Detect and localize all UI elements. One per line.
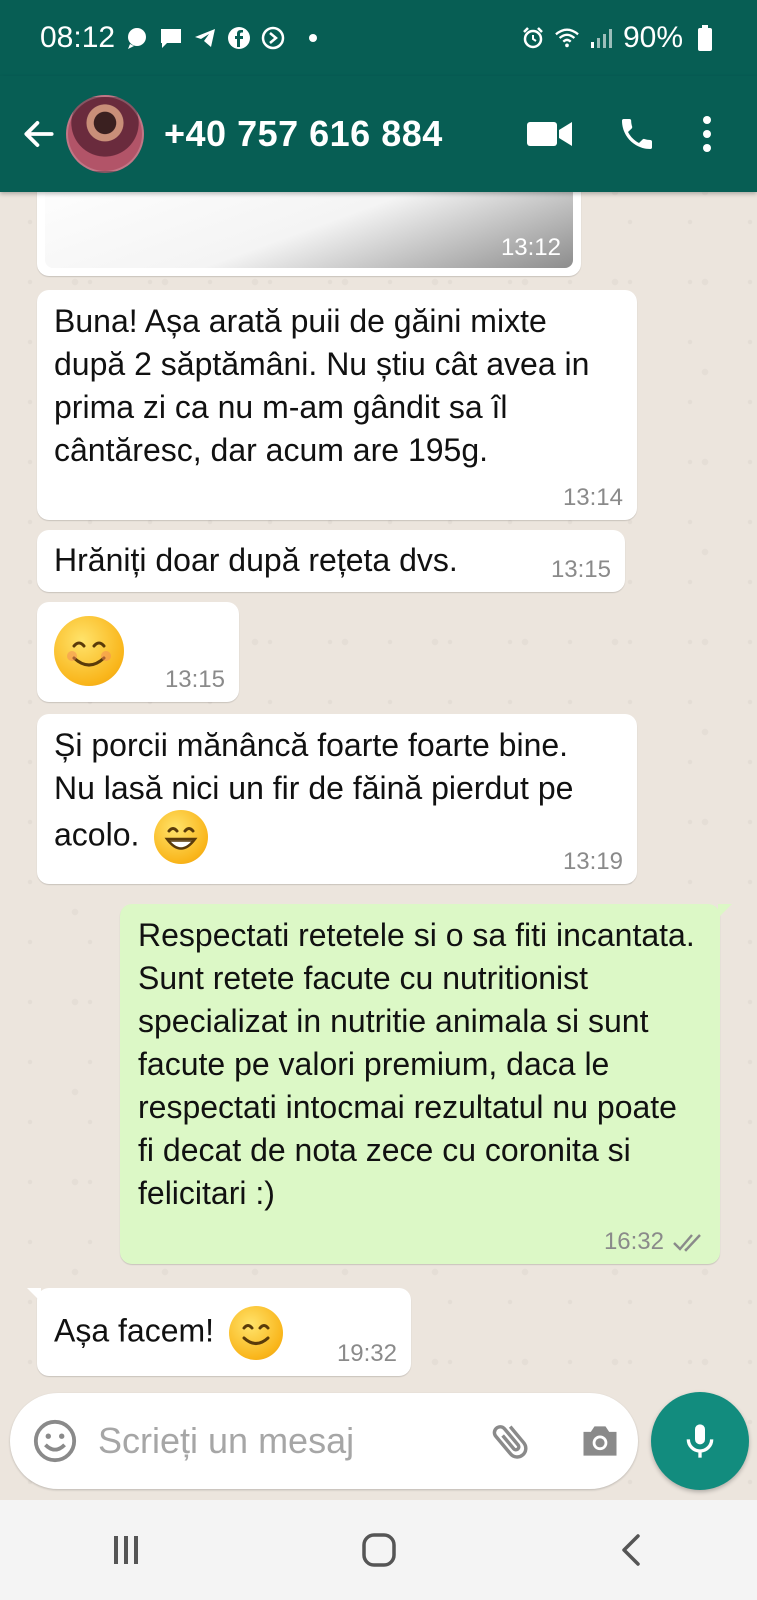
header-actions [527, 114, 757, 154]
message-time: 16:32 [604, 1228, 706, 1256]
clock: 08:12 [40, 21, 116, 54]
smiling-face-icon [228, 1306, 283, 1360]
notification-dot [309, 34, 318, 42]
avatar[interactable] [66, 95, 144, 173]
status-left: 08:12 [40, 21, 318, 55]
message-time: 13:15 [164, 666, 225, 693]
message-text: Respectati retetele si o sa fiti incanta… [138, 917, 695, 1211]
video-call-icon[interactable] [527, 119, 573, 149]
message-composer [10, 1393, 638, 1489]
bubble-tail [27, 1288, 41, 1302]
attach-icon [492, 1425, 528, 1459]
attach-button[interactable] [488, 1418, 534, 1464]
chat-bubble-icon [125, 26, 149, 50]
message-time: 13:19 [562, 848, 623, 875]
back-nav-icon[interactable] [614, 1532, 650, 1568]
battery-icon [693, 25, 717, 51]
status-bar: 08:12 90% [0, 0, 757, 76]
mic-button[interactable] [651, 1392, 749, 1490]
emoji-button[interactable] [32, 1418, 78, 1464]
message-text-content: Așa facem! [54, 1312, 215, 1349]
message-icon [159, 26, 183, 50]
telegram-icon [193, 26, 217, 50]
emoji-icon [33, 1419, 77, 1463]
incoming-message[interactable]: 13:15 [37, 602, 239, 702]
message-text: Și porcii mănâncă foarte foarte bine. Nu… [54, 724, 614, 864]
recent-apps-icon[interactable] [108, 1532, 144, 1568]
message-time-text: 16:32 [603, 1228, 664, 1255]
more-vert-icon[interactable] [701, 114, 713, 154]
message-text: Buna! Așa arată puii de găini mixte după… [54, 303, 590, 468]
incoming-message[interactable]: Și porcii mănâncă foarte foarte bine. Nu… [37, 714, 637, 884]
cell-signal-icon [589, 26, 613, 50]
contact-name[interactable]: +40 757 616 884 [164, 113, 443, 155]
signal-icon [261, 26, 285, 50]
smiling-face-icon [54, 616, 124, 686]
incoming-message[interactable]: Buna! Așa arată puii de găini mixte după… [37, 290, 637, 520]
image-thumbnail[interactable] [45, 192, 573, 268]
status-right: 90% [521, 21, 717, 55]
camera-icon [583, 1426, 617, 1456]
incoming-message[interactable]: Hrăniți doar după rețeta dvs. 13:15 [37, 530, 625, 592]
facebook-icon [227, 26, 251, 50]
message-text: Hrăniți doar după rețeta dvs. [54, 542, 458, 578]
outgoing-message[interactable]: Respectati retetele si o sa fiti incanta… [120, 904, 732, 1264]
message-time: 19:32 [336, 1340, 397, 1367]
chat-area[interactable]: 13:12 Buna! Așa arată puii de găini mixt… [0, 192, 757, 1500]
chat-header: +40 757 616 884 [0, 76, 757, 192]
image-message[interactable]: 13:12 [37, 192, 581, 276]
grinning-face-icon [154, 810, 209, 864]
home-icon[interactable] [359, 1530, 399, 1570]
mic-icon [686, 1424, 714, 1458]
alarm-icon [521, 26, 545, 50]
camera-button[interactable] [578, 1419, 622, 1463]
battery-percent: 90% [622, 21, 683, 54]
back-button[interactable] [14, 104, 64, 164]
wifi-icon [555, 26, 579, 50]
message-text: Așa facem! [54, 1306, 283, 1360]
message-time: 13:14 [562, 484, 623, 511]
message-time: 13:15 [550, 556, 611, 583]
back-arrow-icon [24, 121, 54, 147]
bubble-tail [718, 904, 732, 918]
phone-icon[interactable] [617, 114, 657, 154]
message-time: 13:12 [500, 234, 561, 261]
system-nav-bar [0, 1500, 757, 1600]
double-check-icon [673, 1234, 701, 1252]
incoming-message[interactable]: Așa facem! 19:32 [27, 1288, 411, 1376]
message-input[interactable] [96, 1419, 460, 1463]
message-text-content: Și porcii mănâncă foarte foarte bine. Nu… [54, 727, 574, 853]
